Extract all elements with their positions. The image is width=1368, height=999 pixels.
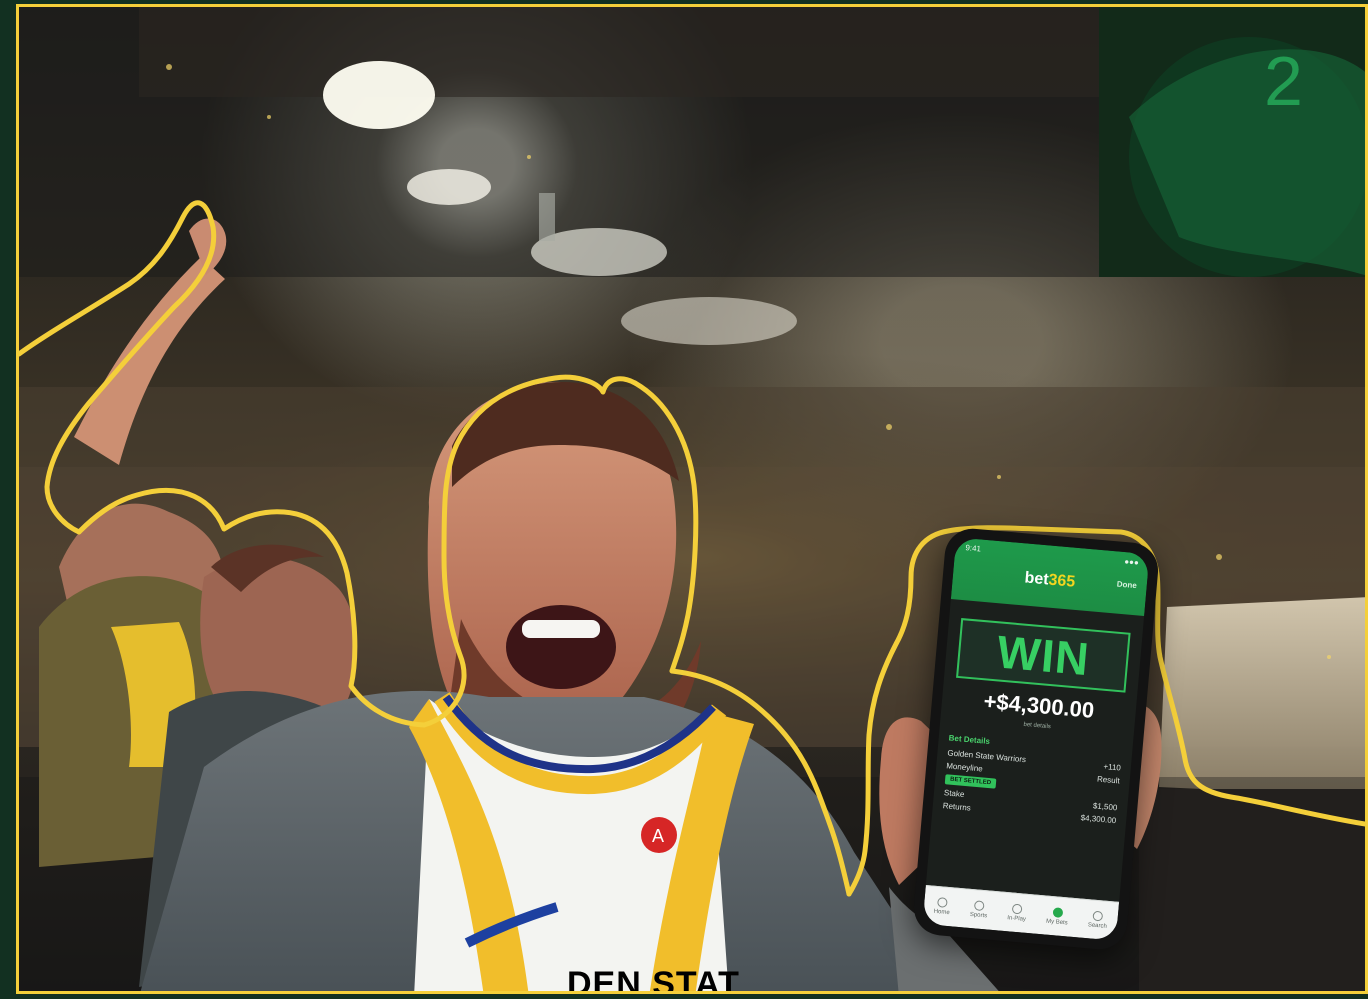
win-text: WIN <box>995 625 1092 686</box>
home-icon <box>937 897 948 908</box>
nav-search[interactable]: Search <box>1088 910 1109 930</box>
photo-illustration: 2 A DEN STAT <box>19 7 1365 994</box>
ceiling-and-lights: 2 <box>19 7 1365 345</box>
app-header: 9:41 ●●● bet 365 Done <box>950 537 1150 616</box>
sports-icon <box>973 900 985 912</box>
win-card: WIN <box>956 618 1131 693</box>
detail-row-2-right: Result <box>1096 774 1121 786</box>
status-time: 9:41 <box>965 542 982 553</box>
bet-details-section: Bet Details Golden State Warriors +110 M… <box>942 733 1122 825</box>
detail-row-3-right: $1,500 <box>1092 801 1118 813</box>
brand-name-left: bet <box>1023 569 1050 589</box>
svg-text:2: 2 <box>1264 42 1303 120</box>
detail-row-1-right: +110 <box>1103 761 1122 773</box>
nav-my-bets[interactable]: My Bets <box>1045 907 1069 927</box>
phone-screen: 9:41 ●●● bet 365 Done WIN +$4,300.00 bet … <box>922 537 1150 941</box>
nav-sports-label: Sports <box>969 911 988 920</box>
detail-row-4-right: $4,300.00 <box>1080 813 1117 826</box>
detail-row-4-left: Returns <box>942 801 972 813</box>
nav-in-play[interactable]: In-Play <box>1007 903 1027 923</box>
nav-home-label: Home <box>933 908 950 917</box>
done-button[interactable]: Done <box>1116 579 1137 590</box>
nav-search-label: Search <box>1087 922 1108 930</box>
bottom-navigation: Home Sports In-Play My Bets Search <box>922 884 1120 941</box>
my-bets-icon <box>1052 907 1064 918</box>
in-play-icon <box>1012 903 1023 915</box>
brand-name-right: 365 <box>1047 571 1076 591</box>
detail-row-3-left: Stake <box>943 788 965 799</box>
jersey-text: DEN STAT <box>567 965 740 994</box>
phone-device: 9:41 ●●● bet 365 Done WIN +$4,300.00 bet … <box>911 526 1161 952</box>
nav-in-play-label: In-Play <box>1006 915 1027 923</box>
search-icon <box>1092 910 1104 922</box>
nav-my-bets-label: My Bets <box>1045 918 1068 927</box>
stadium-photo: 2 A DEN STAT 9:41 ●●● bet 365 Done WIN +… <box>16 4 1368 994</box>
detail-row-2-left: Moneyline <box>945 761 984 774</box>
nav-sports[interactable]: Sports <box>970 900 989 919</box>
svg-text:A: A <box>652 826 664 846</box>
status-icons: ●●● <box>1123 556 1140 567</box>
poster-frame: 2 A DEN STAT 9:41 ●●● bet 365 Done WIN +… <box>0 0 1368 999</box>
bet-settled-badge: BET SETTLED <box>944 774 997 789</box>
nav-home[interactable]: Home <box>933 897 951 916</box>
